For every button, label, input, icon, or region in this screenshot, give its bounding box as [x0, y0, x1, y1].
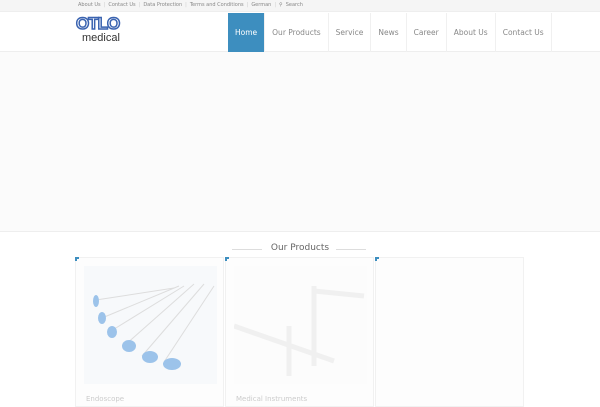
- top-bar: About Us | Contact Us | Data Protection | T…: [0, 0, 600, 12]
- top-link-contact-us[interactable]: Contact Us: [108, 2, 135, 8]
- nav-service[interactable]: Service: [329, 13, 372, 52]
- nav-home[interactable]: Home: [228, 13, 266, 52]
- needles-illustration: [93, 283, 215, 370]
- nav-news[interactable]: News: [371, 13, 407, 52]
- product-card[interactable]: Endoscope: [75, 257, 224, 407]
- product-image: [84, 266, 217, 384]
- logo[interactable]: OTLO medical: [75, 14, 121, 45]
- card-corner: [225, 257, 229, 261]
- nav-contact-us[interactable]: Contact Us: [496, 13, 552, 52]
- main-nav: Home Our Products Service News Career Ab…: [228, 13, 552, 52]
- divider-right: [336, 249, 366, 250]
- search-link[interactable]: Search: [286, 2, 303, 8]
- top-link-about-us[interactable]: About Us: [78, 2, 101, 8]
- product-card[interactable]: [375, 257, 524, 407]
- top-link-language[interactable]: German: [251, 2, 271, 8]
- product-card[interactable]: Medical Instruments: [225, 257, 374, 407]
- top-link-terms[interactable]: Terms and Conditions: [190, 2, 244, 8]
- hero-banner: [0, 52, 600, 232]
- top-link-data-protection[interactable]: Data Protection: [143, 2, 182, 8]
- product-name[interactable]: Endoscope: [86, 395, 124, 403]
- logo-subtitle: medical: [82, 32, 120, 44]
- product-name[interactable]: Medical Instruments: [236, 395, 307, 403]
- search-icon[interactable]: ⚲: [279, 2, 283, 8]
- nav-about-us[interactable]: About Us: [447, 13, 496, 52]
- nav-our-products[interactable]: Our Products: [265, 13, 329, 52]
- card-corner: [75, 257, 79, 261]
- product-image: [233, 266, 367, 384]
- instrument-illustration: [233, 286, 365, 376]
- card-corner: [375, 257, 379, 261]
- section-title: Our Products: [270, 243, 330, 253]
- nav-career[interactable]: Career: [407, 13, 447, 52]
- logo-brand: OTLO: [75, 14, 121, 33]
